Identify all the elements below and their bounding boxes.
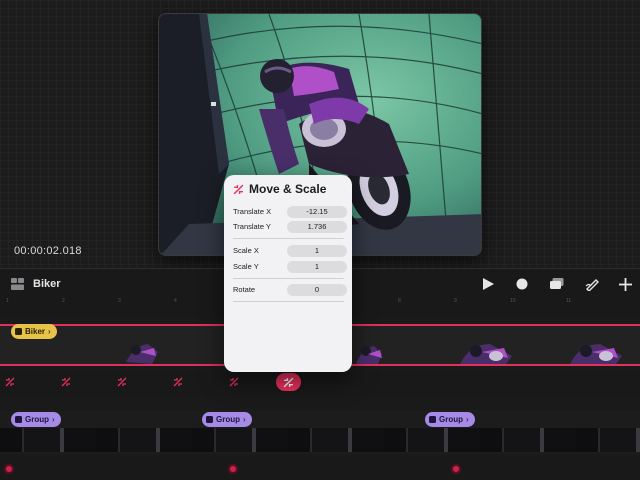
record-keyframe-icon[interactable] bbox=[228, 464, 238, 474]
ruler-tick: 8 bbox=[398, 298, 401, 304]
track-filmstrip bbox=[0, 428, 640, 452]
move-scale-keyframe-icon bbox=[283, 377, 294, 387]
move-scale-keyframe-icon[interactable] bbox=[173, 377, 183, 387]
ruler-tick: 2 bbox=[62, 298, 65, 304]
record-button[interactable] bbox=[513, 275, 531, 293]
composition-title: Biker bbox=[33, 278, 61, 290]
ruler-tick: 10 bbox=[510, 298, 516, 304]
group-keyframe-row[interactable] bbox=[0, 456, 640, 480]
checkbox-icon[interactable] bbox=[15, 328, 22, 335]
layers-icon[interactable] bbox=[11, 278, 24, 290]
checkbox-icon[interactable] bbox=[429, 416, 436, 423]
pen-icon bbox=[585, 279, 599, 291]
checkbox-icon[interactable] bbox=[206, 416, 213, 423]
track-thumbnail bbox=[356, 346, 382, 364]
add-button[interactable] bbox=[616, 275, 634, 293]
move-scale-popover: Move & Scale Translate X -12.15 Translat… bbox=[224, 175, 352, 372]
translate-x-field[interactable]: -12.15 bbox=[287, 205, 347, 218]
ruler-tick: 1 bbox=[6, 298, 9, 304]
scale-x-field[interactable]: 1 bbox=[287, 244, 347, 257]
ruler-tick: 9 bbox=[454, 298, 457, 304]
biker-layer-tag[interactable]: Biker › bbox=[11, 324, 57, 339]
chevron-right-icon: › bbox=[48, 327, 51, 336]
popover-header: Move & Scale bbox=[233, 182, 326, 196]
move-scale-keyframe-icon[interactable] bbox=[117, 377, 127, 387]
ruler-tick: 4 bbox=[174, 298, 177, 304]
track-thumbnail bbox=[126, 344, 158, 364]
translate-x-row: Translate X -12.15 bbox=[233, 205, 347, 218]
record-keyframe-icon[interactable] bbox=[451, 464, 461, 474]
pen-button[interactable] bbox=[583, 275, 601, 293]
track-thumbnail bbox=[460, 344, 512, 364]
move-scale-icon bbox=[233, 184, 244, 194]
app-root: 00:00:02.018 Biker 1 2 3 4 8 9 10 11 Bik… bbox=[0, 0, 640, 480]
ruler-tick: 11 bbox=[566, 298, 572, 304]
ruler-tick: 3 bbox=[118, 298, 121, 304]
plus-icon bbox=[618, 277, 632, 291]
group-layer-tag[interactable]: Group › bbox=[11, 412, 61, 427]
timecode-display: 00:00:02.018 bbox=[14, 245, 82, 257]
rotate-label: Rotate bbox=[233, 285, 256, 294]
record-keyframe-icon[interactable] bbox=[4, 464, 14, 474]
translate-y-field[interactable]: 1.736 bbox=[287, 220, 347, 233]
group-layer-tag[interactable]: Group › bbox=[425, 412, 475, 427]
group-tag-label: Group bbox=[439, 415, 463, 424]
group-layer-tag[interactable]: Group › bbox=[202, 412, 252, 427]
track-thumbnail bbox=[570, 344, 622, 364]
play-button[interactable] bbox=[479, 275, 497, 293]
keyframe-row[interactable] bbox=[0, 372, 640, 394]
move-scale-keyframe-icon[interactable] bbox=[5, 377, 15, 387]
selected-keyframe-button[interactable] bbox=[276, 373, 301, 391]
scale-y-row: Scale Y 1 bbox=[233, 260, 347, 273]
chevron-right-icon: › bbox=[52, 415, 55, 424]
group-tag-label: Group bbox=[25, 415, 49, 424]
divider bbox=[233, 278, 344, 279]
group-tag-label: Group bbox=[216, 415, 240, 424]
checkbox-icon[interactable] bbox=[15, 416, 22, 423]
record-icon bbox=[516, 278, 528, 290]
popover-title: Move & Scale bbox=[249, 182, 327, 196]
stack-button[interactable] bbox=[548, 275, 566, 293]
chevron-right-icon: › bbox=[243, 415, 246, 424]
play-icon bbox=[483, 278, 494, 290]
move-scale-keyframe-icon[interactable] bbox=[61, 377, 71, 387]
scale-x-row: Scale X 1 bbox=[233, 244, 347, 257]
group-layer-track[interactable] bbox=[0, 410, 640, 454]
move-scale-keyframe-icon[interactable] bbox=[229, 377, 239, 387]
rotate-field[interactable]: 0 bbox=[287, 283, 347, 296]
scale-x-label: Scale X bbox=[233, 246, 259, 255]
rotate-row: Rotate 0 bbox=[233, 283, 347, 296]
scale-y-field[interactable]: 1 bbox=[287, 260, 347, 273]
divider bbox=[233, 238, 344, 239]
chevron-right-icon: › bbox=[466, 415, 469, 424]
translate-y-row: Translate Y 1.736 bbox=[233, 220, 347, 233]
stack-icon bbox=[550, 278, 564, 289]
translate-x-label: Translate X bbox=[233, 207, 272, 216]
divider bbox=[233, 301, 344, 302]
biker-tag-label: Biker bbox=[25, 327, 46, 336]
translate-y-label: Translate Y bbox=[233, 222, 271, 231]
scale-y-label: Scale Y bbox=[233, 262, 259, 271]
